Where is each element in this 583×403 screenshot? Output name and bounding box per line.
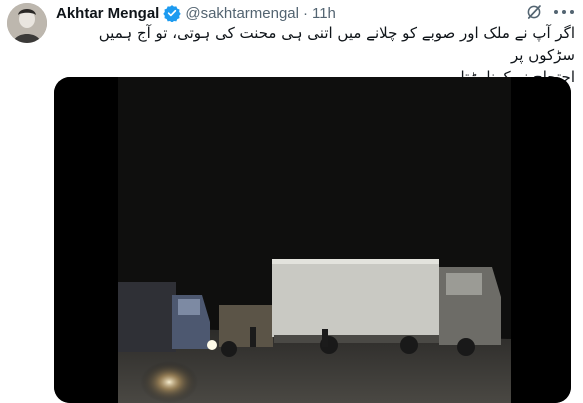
author-handle[interactable]: @sakhtarmengal (185, 5, 299, 22)
tweet-text-line-1: اگر آپ نے ملک اور صوبے کو چلانے میں اتنی… (98, 24, 575, 64)
grok-icon[interactable] (525, 3, 543, 21)
timestamp[interactable]: 11h (312, 5, 336, 22)
tweet[interactable]: Akhtar Mengal @sakhtarmengal · 11h اگر آ… (0, 0, 583, 403)
separator-dot: · (302, 4, 308, 22)
verified-badge-icon (163, 4, 182, 22)
video-media[interactable] (54, 77, 571, 403)
tweet-header: Akhtar Mengal @sakhtarmengal · 11h (56, 3, 336, 23)
author-name[interactable]: Akhtar Mengal (56, 5, 159, 22)
avatar[interactable] (7, 3, 47, 43)
more-options-icon[interactable] (554, 3, 574, 21)
